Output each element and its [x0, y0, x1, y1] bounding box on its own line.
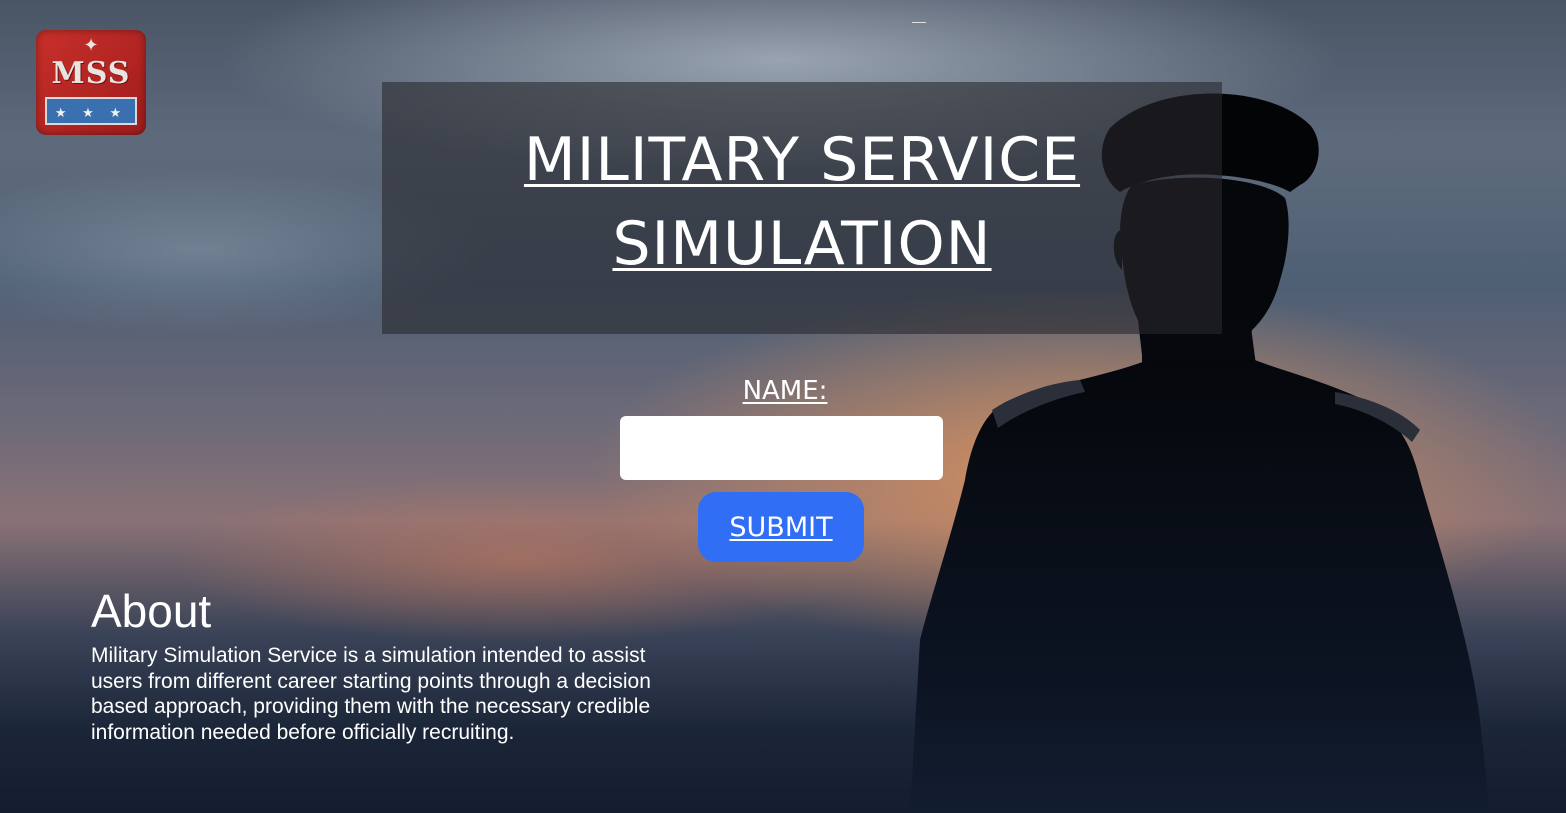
name-label: NAME:: [742, 376, 828, 406]
page-title-line-2: SIMULATION: [612, 209, 992, 279]
top-divider-mark: [912, 22, 926, 23]
logo-letters: MSS: [51, 56, 131, 91]
submit-button[interactable]: SUBMIT: [698, 492, 864, 562]
page-title-line-1: MILITARY SERVICE: [523, 125, 1081, 195]
eagle-wings-icon: ✦: [83, 35, 99, 55]
name-input[interactable]: [620, 416, 943, 480]
about-description: Military Simulation Service is a simulat…: [91, 644, 651, 744]
about-heading: About: [91, 585, 212, 637]
page-title: MILITARY SERVICE SIMULATION: [382, 118, 1222, 286]
logo-stars-band: ★ ★ ★: [45, 97, 137, 125]
mss-logo[interactable]: ✦ MSS ★ ★ ★: [36, 30, 146, 135]
